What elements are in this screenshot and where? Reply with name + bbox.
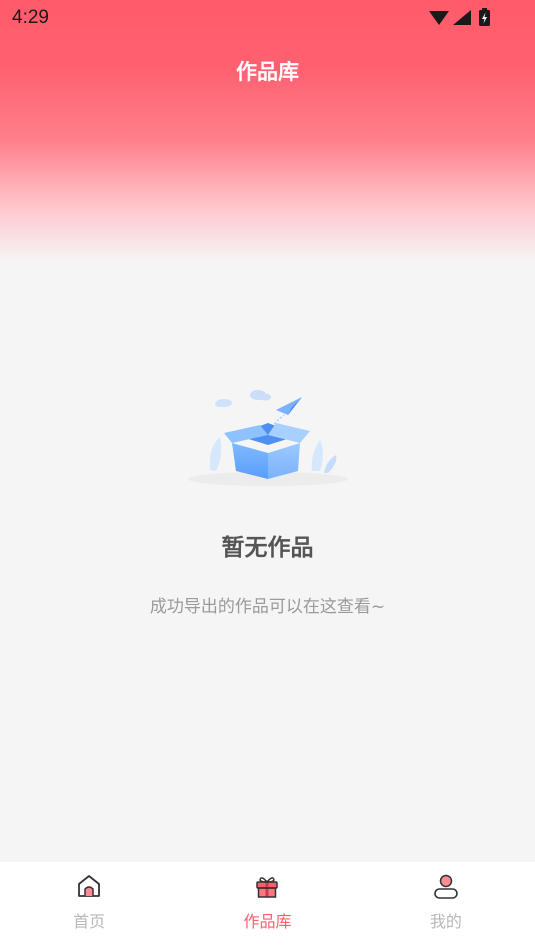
- nav-item-home[interactable]: 首页: [0, 862, 178, 951]
- nav-item-mine[interactable]: 我的: [357, 862, 535, 951]
- empty-state-title: 暂无作品: [221, 535, 314, 561]
- battery-charging-icon: [479, 8, 490, 26]
- open-box-paper-plane-icon: [188, 390, 348, 486]
- user-icon: [434, 874, 458, 899]
- works-library-screen: 4:29 作品库 暂无作品 成功导出的作品可以在这查看~ 首页 作品库 我的: [0, 0, 535, 951]
- gift-icon: [256, 877, 279, 898]
- nav-item-works[interactable]: 作品库: [178, 862, 356, 951]
- nav-label-works: 作品库: [243, 912, 292, 931]
- status-time: 4:29: [12, 7, 49, 28]
- header-gradient: [0, 0, 535, 262]
- status-icons: [429, 8, 490, 26]
- signal-icon: [453, 10, 471, 25]
- page-title: 作品库: [236, 60, 299, 84]
- nav-label-mine: 我的: [429, 912, 462, 931]
- home-icon: [78, 875, 101, 897]
- empty-state-subtitle: 成功导出的作品可以在这查看~: [149, 597, 386, 617]
- status-bar: 4:29: [0, 0, 535, 36]
- bottom-navigation: 首页 作品库 我的: [0, 862, 535, 951]
- nav-label-home: 首页: [73, 912, 106, 931]
- wifi-icon: [429, 11, 449, 25]
